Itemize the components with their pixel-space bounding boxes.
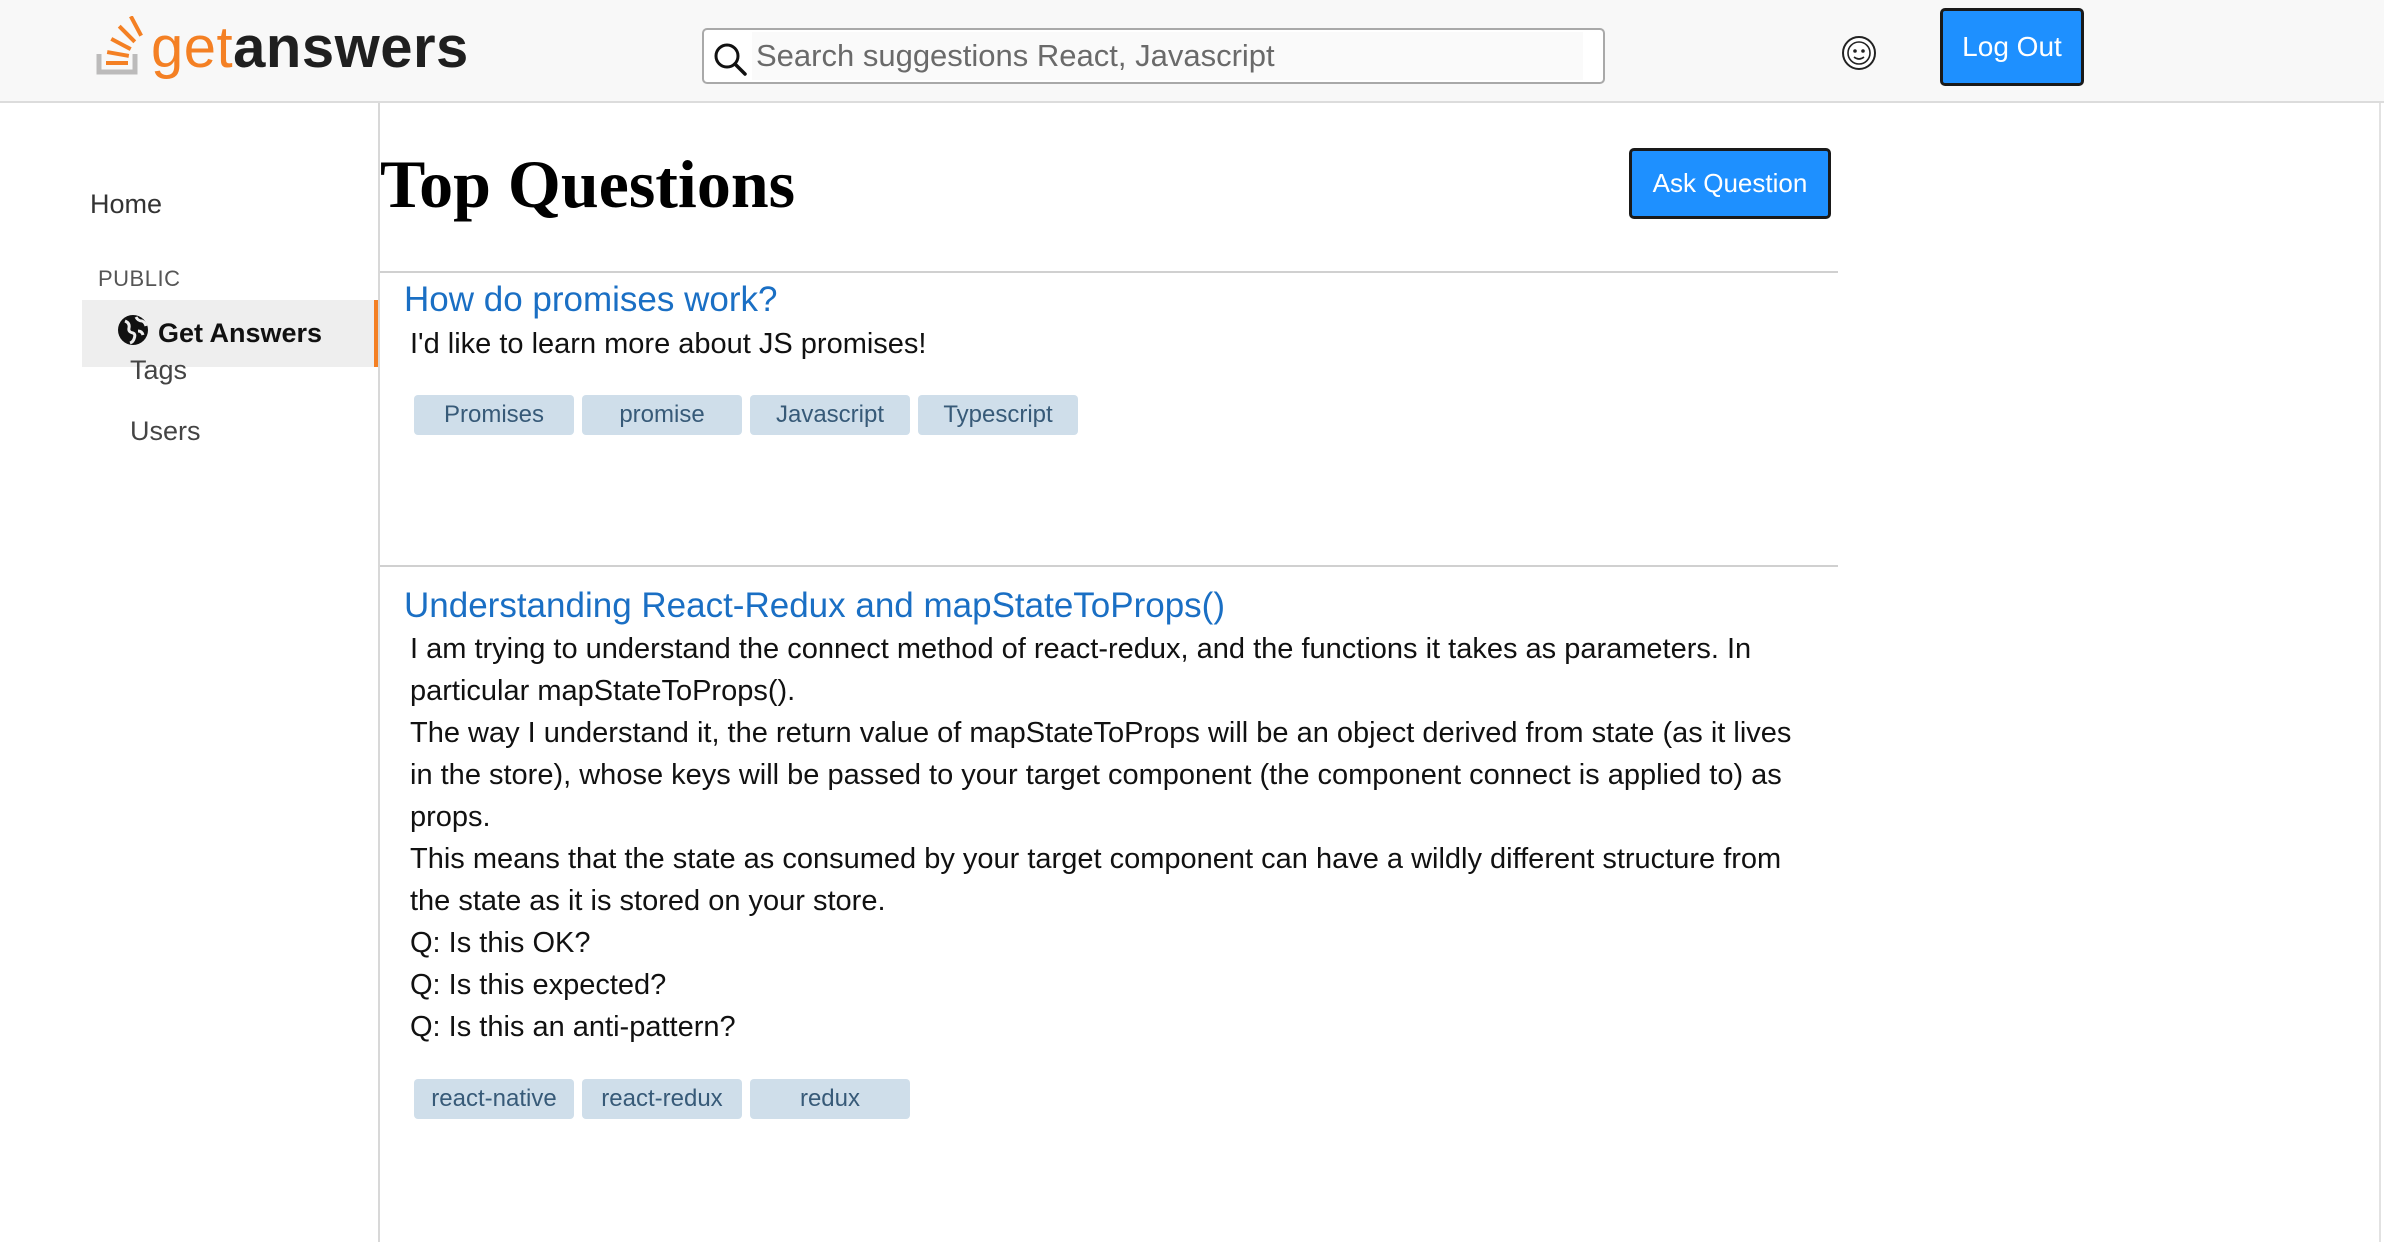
- question-body-line: Q: Is this expected?: [410, 969, 667, 1001]
- question-title-link[interactable]: How do promises work?: [404, 280, 777, 320]
- question-body-line: Q: Is this an anti-pattern?: [410, 1011, 736, 1043]
- page-edge-line: [2379, 103, 2381, 1242]
- sidebar-item-home[interactable]: Home: [90, 189, 162, 220]
- tag-badge[interactable]: Promises: [414, 395, 574, 435]
- ask-question-button[interactable]: Ask Question: [1629, 148, 1831, 219]
- logo-text-get: get: [151, 14, 234, 80]
- search-input[interactable]: [752, 30, 1572, 82]
- globe-icon: [118, 315, 148, 345]
- question-body-line: The way I understand it, the return valu…: [410, 717, 1792, 833]
- sidebar-item-users[interactable]: Users: [130, 416, 201, 447]
- sidebar-section-public: PUBLIC: [98, 266, 181, 291]
- question-body-line: I'd like to learn more about JS promises…: [410, 328, 927, 360]
- logo-text: getanswers: [151, 14, 469, 81]
- main-content: Top Questions Ask Question How do promis…: [380, 103, 1840, 1242]
- sidebar: Home PUBLIC Get Answers Tags Users: [0, 103, 380, 1242]
- divider: [380, 271, 1838, 273]
- question-body: I'd like to learn more about JS promises…: [410, 323, 1810, 365]
- question-body-line: This means that the state as consumed by…: [410, 843, 1782, 917]
- stack-logo-icon: [96, 16, 143, 75]
- page-title: Top Questions: [380, 146, 796, 222]
- tag-badge[interactable]: promise: [582, 395, 742, 435]
- question-tags: react-native react-redux redux: [414, 1079, 910, 1119]
- divider: [380, 565, 1838, 567]
- question-body-line: Q: Is this OK?: [410, 927, 591, 959]
- logo[interactable]: getanswers: [95, 12, 469, 82]
- tag-badge[interactable]: react-native: [414, 1079, 574, 1119]
- logo-text-answers: answers: [233, 14, 469, 80]
- question-tags: Promises promise Javascript Typescript: [414, 395, 1078, 435]
- sidebar-item-get-answers[interactable]: Get Answers: [82, 300, 378, 367]
- search-icon: [714, 43, 747, 76]
- avatar-icon[interactable]: [1841, 35, 1877, 71]
- tag-badge[interactable]: Javascript: [750, 395, 910, 435]
- question-body-line: I am trying to understand the connect me…: [410, 633, 1752, 707]
- search-box[interactable]: [702, 28, 1605, 84]
- tag-badge[interactable]: react-redux: [582, 1079, 742, 1119]
- top-bar: getanswers Log Out: [0, 0, 2384, 103]
- sidebar-item-label: Get Answers: [158, 318, 323, 348]
- logout-button[interactable]: Log Out: [1940, 8, 2084, 86]
- tag-badge[interactable]: redux: [750, 1079, 910, 1119]
- sidebar-item-tags[interactable]: Tags: [130, 355, 187, 386]
- question-title-link[interactable]: Understanding React-Redux and mapStateTo…: [404, 586, 1225, 626]
- question-body: I am trying to understand the connect me…: [410, 628, 1810, 1048]
- tag-badge[interactable]: Typescript: [918, 395, 1078, 435]
